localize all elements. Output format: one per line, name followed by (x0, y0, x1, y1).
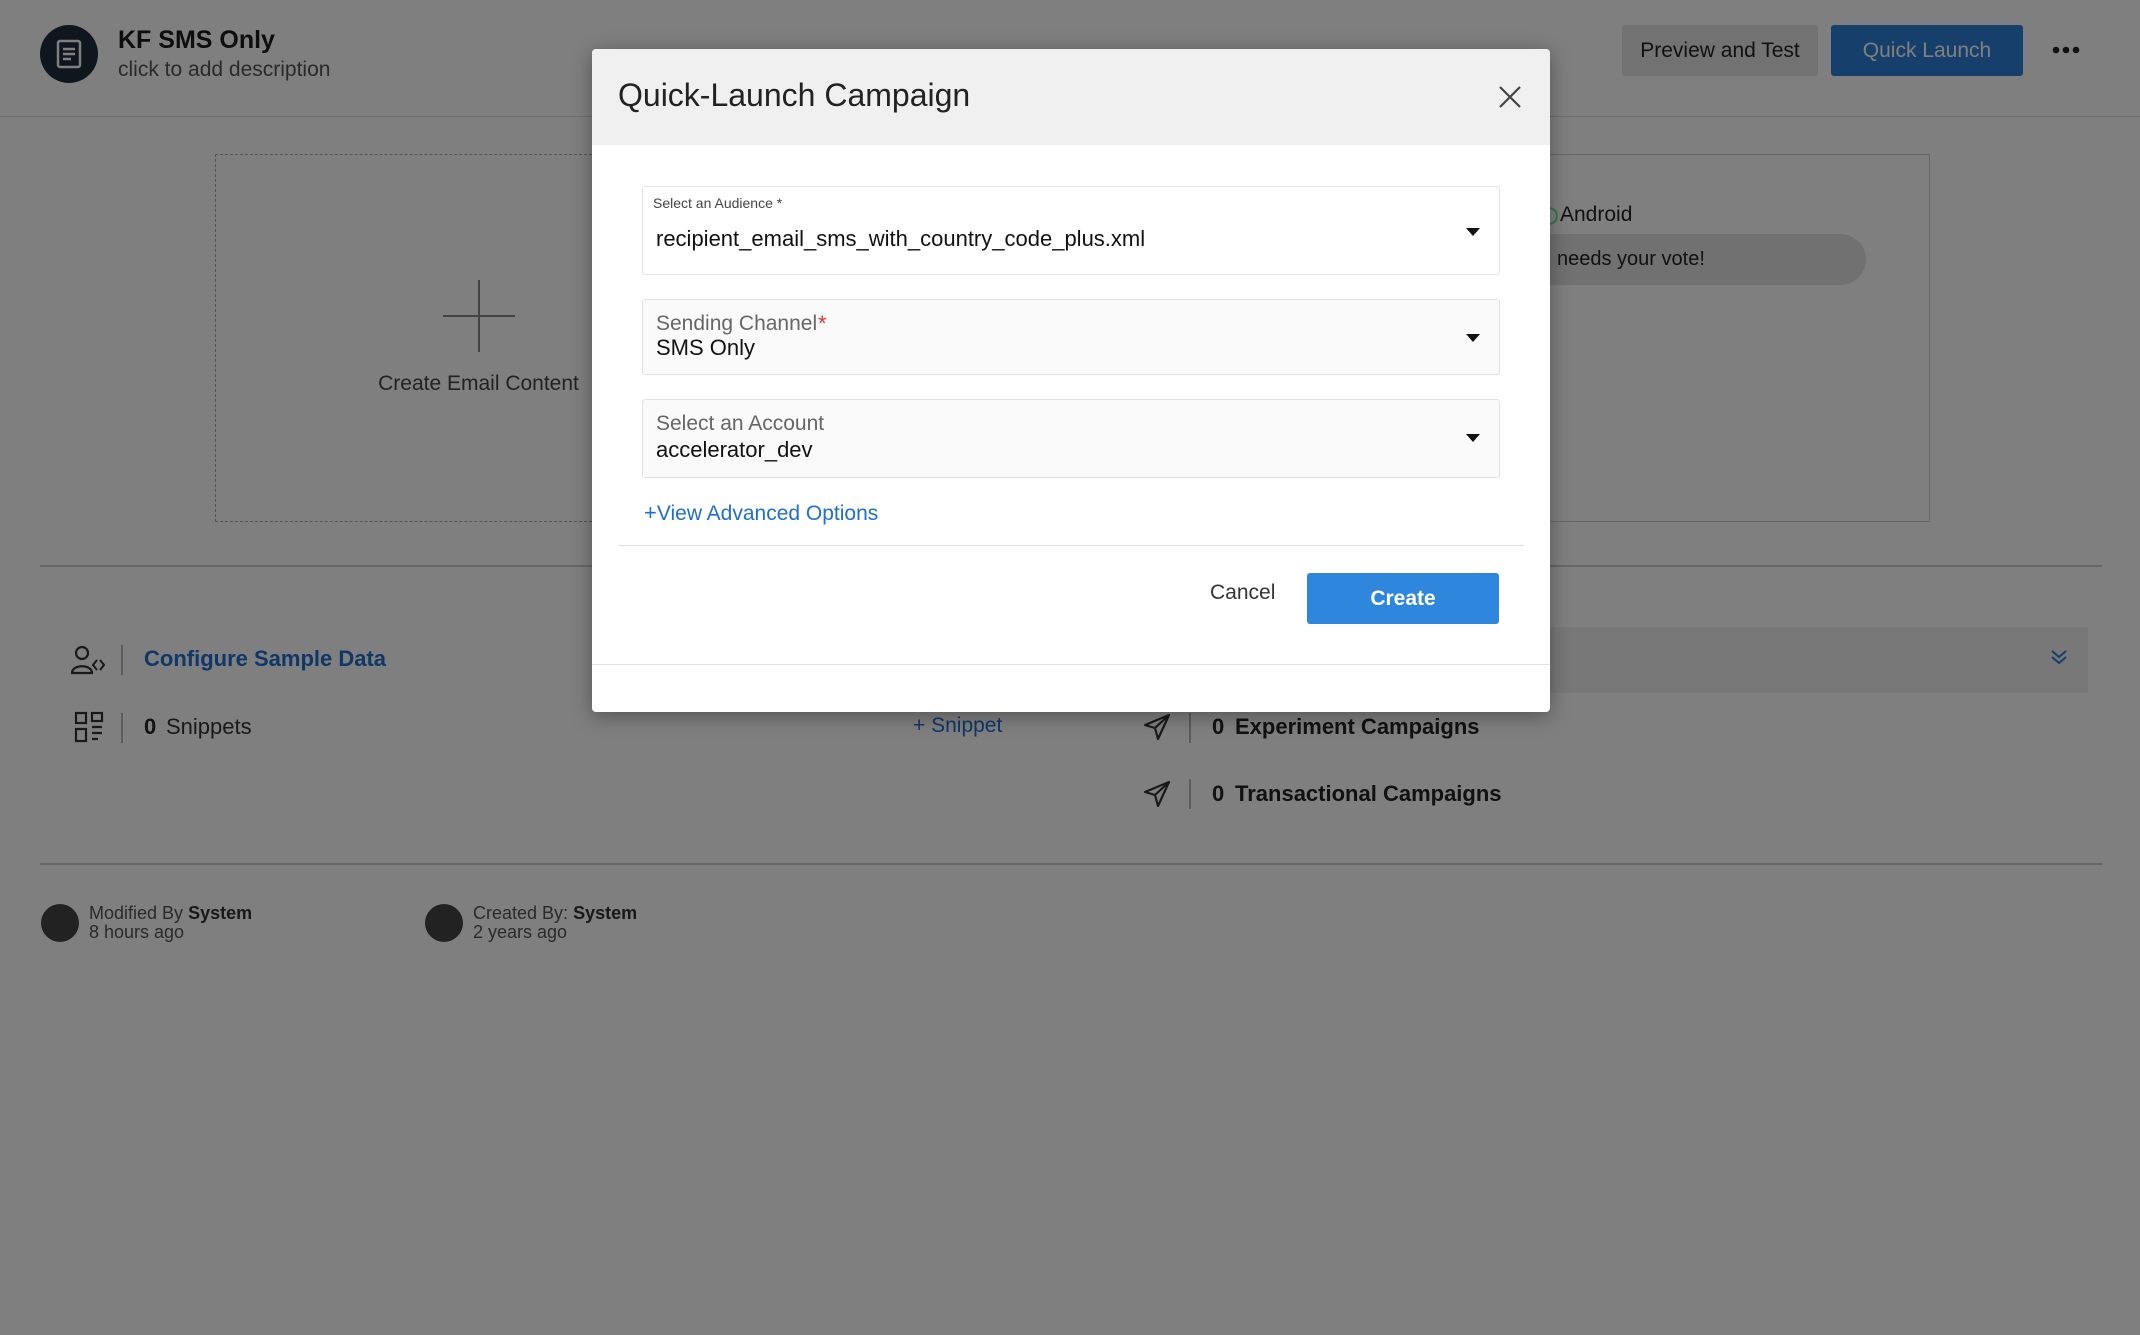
advanced-options-label: View Advanced Options (656, 502, 879, 525)
close-icon[interactable] (1492, 79, 1528, 115)
sending-channel-select[interactable] (642, 299, 1500, 375)
audience-label: Select an Audience * (653, 195, 783, 211)
dialog-footer-divider (592, 664, 1550, 665)
view-advanced-options-link[interactable]: +View Advanced Options (644, 500, 878, 526)
caret-down-icon[interactable] (1466, 434, 1480, 442)
required-marker: * (818, 311, 827, 336)
account-label: Select an Account (656, 412, 825, 435)
quick-launch-dialog: Quick-Launch Campaign Select an Audience… (592, 49, 1550, 712)
caret-down-icon[interactable] (1466, 334, 1480, 342)
create-button[interactable]: Create (1307, 573, 1499, 624)
sending-channel-value: SMS Only (656, 335, 756, 360)
sending-channel-label: Sending Channel (656, 312, 818, 335)
audience-value: recipient_email_sms_with_country_code_pl… (656, 226, 1146, 251)
dialog-title: Quick-Launch Campaign (618, 77, 971, 113)
plus-icon: + (644, 500, 657, 525)
caret-down-icon[interactable] (1466, 228, 1480, 236)
dialog-divider (618, 545, 1524, 546)
cancel-button[interactable]: Cancel (1210, 581, 1275, 605)
account-value: accelerator_dev (656, 437, 813, 462)
